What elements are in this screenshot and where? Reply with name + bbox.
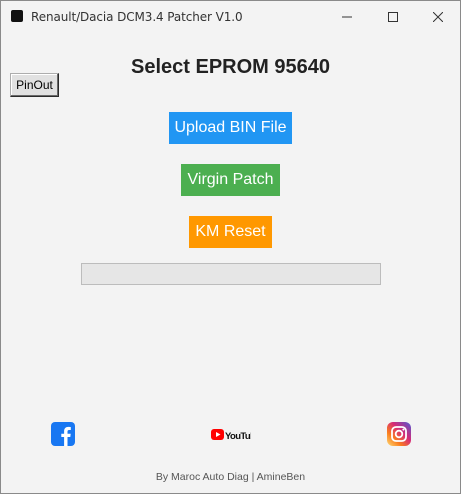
window-title: Renault/Dacia DCM3.4 Patcher V1.0: [31, 10, 243, 24]
progress-bar: [81, 263, 381, 285]
km-reset-button[interactable]: KM Reset: [189, 216, 272, 248]
title-bar[interactable]: Renault/Dacia DCM3.4 Patcher V1.0: [1, 1, 460, 32]
app-icon: [11, 10, 23, 22]
facebook-icon[interactable]: [51, 422, 75, 446]
virgin-patch-button[interactable]: Virgin Patch: [181, 164, 280, 196]
app-window: Renault/Dacia DCM3.4 Patcher V1.0 PinOut…: [0, 0, 461, 494]
minimize-icon: [342, 16, 352, 17]
minimize-button[interactable]: [324, 1, 370, 32]
upload-bin-button[interactable]: Upload BIN File: [169, 112, 292, 144]
footer-credit: By Maroc Auto Diag | AmineBen: [155, 471, 306, 483]
youtube-icon[interactable]: YouTube: [211, 427, 251, 443]
instagram-icon[interactable]: [387, 422, 411, 446]
youtube-wordmark: YouTube: [225, 431, 251, 442]
close-icon: [433, 11, 443, 22]
page-title: Select EPROM 95640: [131, 56, 330, 78]
maximize-icon: [388, 11, 398, 22]
close-button[interactable]: [415, 1, 460, 32]
maximize-button[interactable]: [370, 1, 416, 32]
